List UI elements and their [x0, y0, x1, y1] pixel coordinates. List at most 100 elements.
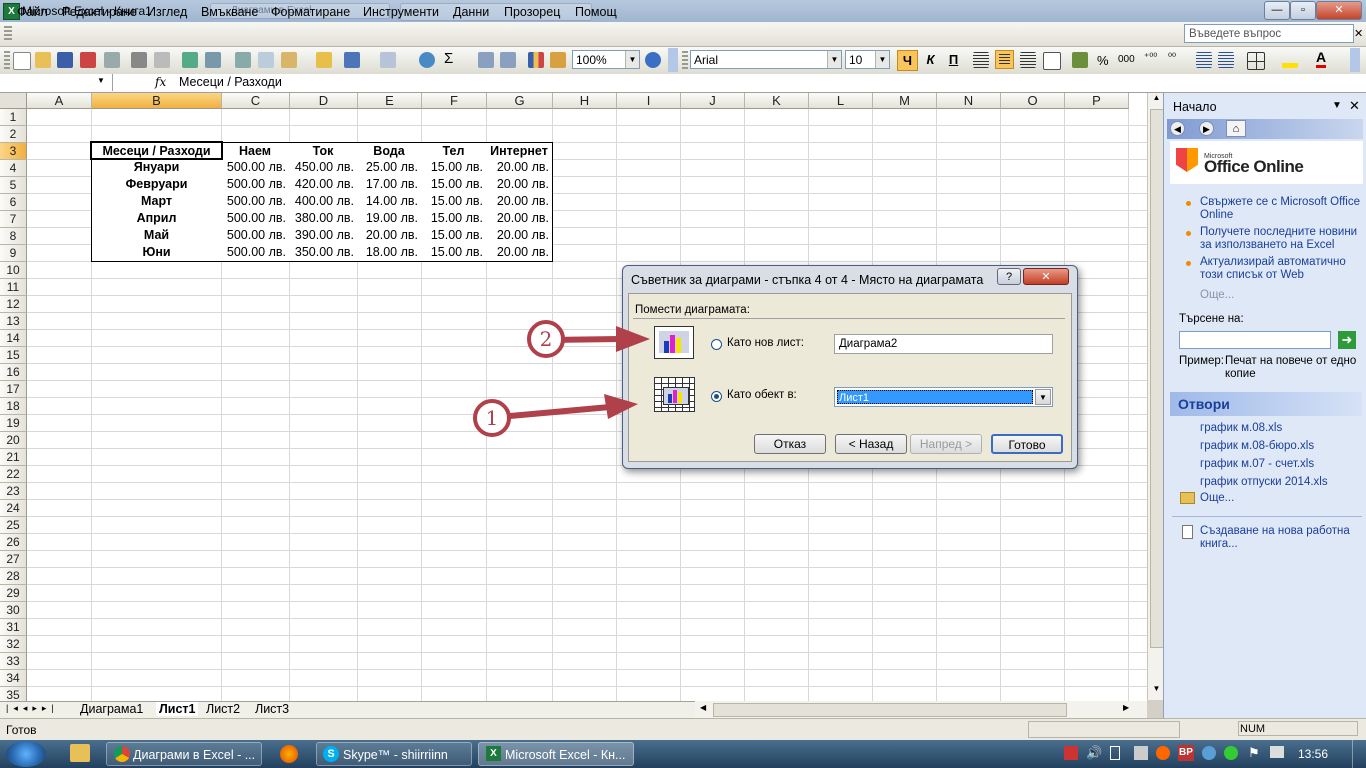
row-header[interactable]: 19 [0, 415, 27, 432]
horizontal-scroll-thumb[interactable] [713, 703, 1067, 717]
column-header[interactable]: F [422, 93, 487, 109]
row-header[interactable]: 11 [0, 279, 27, 296]
column-header[interactable]: L [809, 93, 873, 109]
tray-antivirus-icon[interactable] [1156, 746, 1170, 760]
row-header[interactable]: 27 [0, 551, 27, 568]
tray-bluetooth-icon[interactable] [1202, 746, 1216, 760]
expense-cell[interactable]: 15.00 лв. [421, 159, 487, 177]
hyperlink-icon[interactable] [419, 52, 435, 68]
back-button[interactable]: < Назад [835, 434, 907, 454]
sort-descending-icon[interactable] [500, 52, 516, 68]
expense-cell[interactable]: 400.00 лв. [289, 193, 358, 211]
sheet-tab-sheet3[interactable]: Лист3 [255, 702, 289, 716]
link-more-1[interactable]: Още... [1200, 289, 1360, 302]
formula-content[interactable]: Месеци / Разходи [179, 75, 282, 89]
menu-format[interactable]: Форматиране [271, 5, 350, 19]
scroll-up-icon[interactable]: ▲ [1150, 93, 1163, 107]
column-header[interactable]: I [617, 93, 681, 109]
expense-cell[interactable]: 500.00 лв. [221, 244, 290, 262]
label-new-sheet[interactable]: Като нов лист: [727, 337, 804, 349]
menu-insert[interactable]: Вмъкване [201, 5, 258, 19]
autosum-icon[interactable]: Σ [444, 50, 453, 67]
expense-cell[interactable]: 15.00 лв. [421, 244, 487, 262]
cancel-button[interactable]: Отказ [754, 434, 826, 454]
row-header[interactable]: 25 [0, 517, 27, 534]
paste-icon[interactable] [281, 52, 297, 68]
tray-flag-icon[interactable]: ⚑ [1248, 745, 1260, 761]
percent-button[interactable]: % [1097, 53, 1109, 68]
open-folder-icon[interactable] [35, 52, 51, 68]
link-more-2[interactable]: Още... [1200, 492, 1360, 505]
column-header[interactable]: N [937, 93, 1001, 109]
comma-style-button[interactable]: 000 [1118, 54, 1135, 65]
column-header[interactable]: M [873, 93, 937, 109]
chevron-down-icon[interactable]: ▼ [625, 51, 639, 68]
spelling-icon[interactable] [182, 52, 198, 68]
expense-cell[interactable]: 500.00 лв. [221, 193, 290, 211]
align-center-icon[interactable] [995, 50, 1014, 69]
row-header[interactable]: 7 [0, 211, 27, 228]
select-all-corner[interactable] [0, 93, 27, 109]
row-header[interactable]: 18 [0, 398, 27, 415]
column-header[interactable]: E [358, 93, 422, 109]
copy-icon[interactable] [258, 52, 274, 68]
expense-cell[interactable]: 420.00 лв. [289, 176, 358, 194]
expense-cell[interactable]: 20.00 лв. [486, 176, 553, 194]
column-header[interactable]: B [92, 93, 222, 109]
row-header[interactable]: 12 [0, 296, 27, 313]
menu-file[interactable]: Файл [17, 5, 48, 19]
bold-button[interactable]: Ч [897, 50, 918, 71]
drawing-icon[interactable] [550, 52, 566, 68]
tray-acrobat-icon[interactable] [1064, 746, 1078, 760]
toolbar-options-icon[interactable] [668, 48, 678, 72]
decrease-indent-icon[interactable] [1196, 52, 1212, 68]
cut-icon[interactable] [235, 52, 251, 68]
show-desktop-button[interactable] [1352, 740, 1366, 768]
row-header[interactable]: 34 [0, 670, 27, 687]
tray-volume-icon[interactable]: 🔊 [1086, 745, 1102, 761]
month-cell[interactable]: Март [91, 193, 222, 211]
task-excel[interactable]: Microsoft Excel - Кн... [478, 742, 634, 766]
row-header[interactable]: 28 [0, 568, 27, 585]
expense-cell[interactable]: 500.00 лв. [221, 176, 290, 194]
undo-icon[interactable] [344, 52, 360, 68]
column-header[interactable]: C [222, 93, 290, 109]
sheet-tab-chart1[interactable]: Диаграма1 [80, 702, 143, 716]
start-button[interactable] [6, 741, 46, 767]
column-header[interactable]: H [553, 93, 617, 109]
row-header[interactable]: 13 [0, 313, 27, 330]
font-name-select[interactable]: Arial ▼ [690, 50, 842, 69]
horizontal-scrollbar[interactable]: ◀ ▶ [695, 701, 1147, 718]
new-file-icon[interactable] [13, 52, 31, 70]
sheet-tab-sheet2[interactable]: Лист2 [206, 702, 240, 716]
expense-cell[interactable]: 15.00 лв. [421, 210, 487, 228]
table-header-cell[interactable]: Наем [221, 142, 290, 160]
month-cell[interactable]: Април [91, 210, 222, 228]
maximize-button[interactable]: ▫ [1290, 1, 1316, 20]
search-go-icon[interactable]: ➜ [1338, 331, 1356, 349]
expense-cell[interactable]: 20.00 лв. [486, 244, 553, 262]
expense-cell[interactable]: 20.00 лв. [486, 193, 553, 211]
task-pane-menu-icon[interactable]: ▼ [1332, 100, 1342, 111]
row-header[interactable]: 2 [0, 126, 27, 143]
expense-cell[interactable]: 17.00 лв. [357, 176, 422, 194]
vertical-scroll-thumb[interactable] [1150, 109, 1164, 648]
menu-window[interactable]: Прозорец [504, 5, 560, 19]
new-sheet-name-input[interactable]: Диаграма2 [834, 334, 1053, 354]
help-question-box[interactable]: Въведете въпрос [1184, 24, 1354, 43]
task-skype[interactable]: Skype™ - shiirriinn [316, 742, 472, 766]
font-size-select[interactable]: 10 ▼ [845, 50, 890, 69]
expense-cell[interactable]: 19.00 лв. [357, 210, 422, 228]
sheet-tab-sheet1[interactable]: Лист1 [156, 702, 199, 716]
home-icon[interactable]: ⌂ [1226, 120, 1246, 137]
month-cell[interactable]: Юни [91, 244, 222, 262]
label-as-object[interactable]: Като обект в: [727, 389, 797, 401]
align-left-icon[interactable] [973, 52, 989, 68]
font-color-icon[interactable]: A [1316, 50, 1327, 68]
tray-device-icon[interactable] [1134, 746, 1148, 760]
menu-help[interactable]: Помощ [575, 5, 617, 19]
sort-ascending-icon[interactable] [478, 52, 494, 68]
increase-indent-icon[interactable] [1218, 52, 1234, 68]
finish-button[interactable]: Готово [991, 434, 1063, 454]
expense-cell[interactable]: 350.00 лв. [289, 244, 358, 262]
